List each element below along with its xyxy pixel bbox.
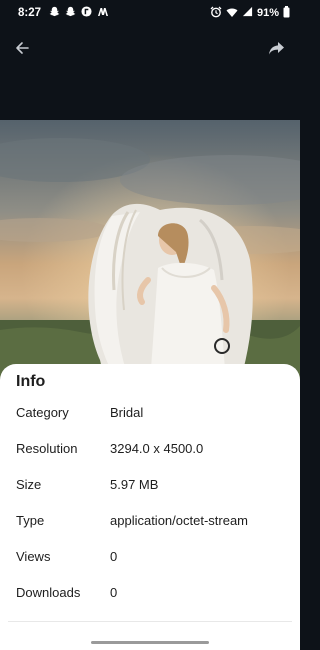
share-icon [268,41,284,54]
status-bar: 8:27 91% [0,0,300,26]
app-icon [81,6,92,20]
info-label: Category [16,405,69,420]
status-time: 8:27 [18,7,42,19]
snapchat-icon [49,6,60,20]
info-row-views: Views 0 [16,549,286,569]
info-row-downloads: Downloads 0 [16,585,286,605]
info-title: Info [16,373,46,390]
battery-percent: 91% [256,7,279,19]
back-button[interactable] [8,34,36,62]
m-icon [97,7,109,20]
status-right: 91% [210,5,290,21]
wallpaper-image [0,120,300,382]
wifi-icon [226,6,238,21]
info-label: Views [16,549,51,564]
info-label: Type [16,513,45,528]
sheet-divider [8,621,292,622]
info-label: Resolution [16,441,78,456]
info-value: application/octet-stream [110,513,249,528]
info-value: 5.97 MB [110,477,159,492]
info-label: Downloads [16,585,81,600]
status-left: 8:27 [18,6,109,20]
info-value: Bridal [110,405,144,420]
info-row-size: Size 5.97 MB [16,477,286,497]
info-value: 0 [110,585,118,600]
top-toolbar [0,26,300,120]
home-indicator[interactable] [91,641,209,644]
info-label: Size [16,477,42,492]
share-button[interactable] [262,34,290,62]
snapchat-icon [65,6,76,20]
alarm-icon [210,6,222,21]
arrow-back-icon [16,42,29,54]
info-row-type: Type application/octet-stream [16,513,286,533]
info-row-category: Category Bridal [16,405,286,425]
info-value: 3294.0 x 4500.0 [110,441,204,456]
signal-icon [242,6,253,20]
info-row-resolution: Resolution 3294.0 x 4500.0 [16,441,286,461]
info-sheet: Info Category Bridal Resolution 3294.0 x… [0,364,300,650]
battery-icon [283,5,290,21]
info-value: 0 [110,549,118,564]
